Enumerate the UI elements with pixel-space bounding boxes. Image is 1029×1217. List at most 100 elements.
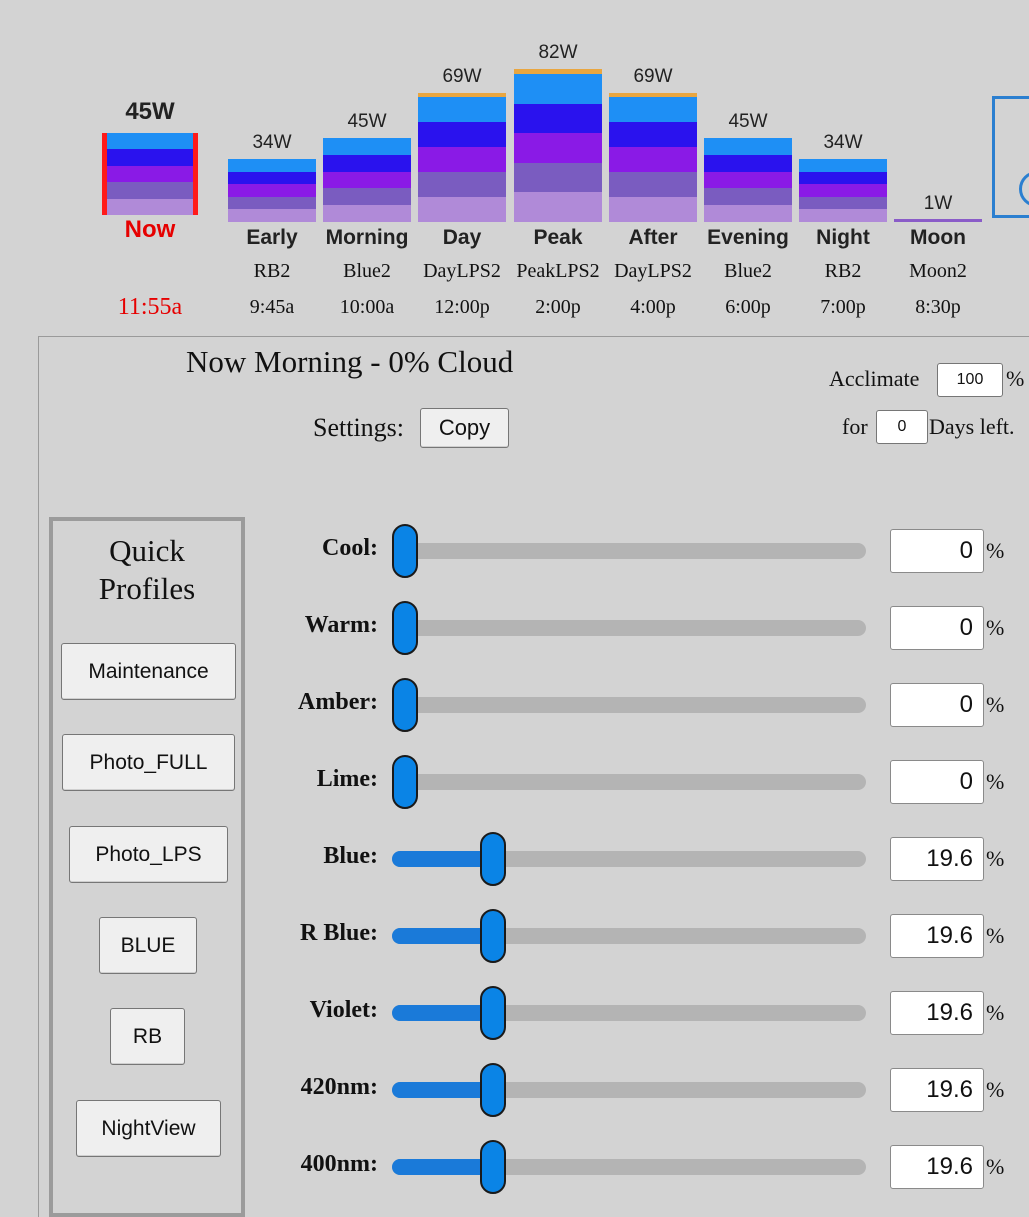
slot-time: 9:45a <box>249 296 295 318</box>
slot-time: 6:00p <box>725 296 771 318</box>
slider-thumb[interactable] <box>479 832 506 886</box>
slot-name: After <box>628 226 678 249</box>
quick-profiles-title-line2: Profiles <box>98 571 196 606</box>
profile-blue-button[interactable]: BLUE <box>99 917 197 974</box>
slot-preset: RB2 <box>824 260 862 282</box>
channel-value-violet[interactable]: 19.6 <box>890 991 984 1035</box>
now-time: 11:55a <box>117 294 183 320</box>
slot-name: Peak <box>533 226 583 249</box>
slider-thumb[interactable] <box>479 986 506 1040</box>
slot-preset: DayLPS2 <box>614 260 692 282</box>
channel-value-420nm[interactable]: 19.6 <box>890 1068 984 1112</box>
for-label: for <box>842 414 868 439</box>
profile-rb-button[interactable]: RB <box>110 1008 185 1065</box>
slot-watts: 34W <box>252 132 292 153</box>
settings-label: Settings: <box>313 413 405 442</box>
slot-name: Morning <box>325 226 409 249</box>
channel-label-400nm: 400nm: <box>300 1151 378 1177</box>
slot-bar <box>514 69 602 222</box>
slot-watts: 45W <box>347 111 387 132</box>
slider-fill <box>392 928 493 944</box>
channel-slider-420nm[interactable] <box>392 1063 866 1117</box>
slot-time: 4:00p <box>630 296 676 318</box>
channel-label-warm: Warm: <box>304 612 378 638</box>
channel-label-cool: Cool: <box>322 535 378 561</box>
channel-label-violet: Violet: <box>309 997 378 1023</box>
channel-slider-blue[interactable] <box>392 832 866 886</box>
slider-thumb[interactable] <box>479 1140 506 1194</box>
slot-preset: Blue2 <box>343 260 391 282</box>
channel-value-lime[interactable]: 0 <box>890 760 984 804</box>
channel-slider-violet[interactable] <box>392 986 866 1040</box>
channel-unit: % <box>986 615 1005 640</box>
schedule-slot-peak[interactable]: 82W Peak PeakLPS2 2:00p <box>514 0 602 330</box>
slider-fill <box>392 1082 493 1098</box>
acclimate-input[interactable]: 100 <box>937 363 1003 397</box>
schedule-slot-night[interactable]: 34W Night RB2 7:00p <box>799 0 887 330</box>
slot-preset: PeakLPS2 <box>516 260 600 282</box>
slot-bar <box>894 219 982 222</box>
schedule-slot-morning[interactable]: 45W Morning Blue2 10:00a <box>323 0 411 330</box>
channel-value-400nm[interactable]: 19.6 <box>890 1145 984 1189</box>
slot-bar <box>228 159 316 222</box>
channel-slider-warm[interactable] <box>392 601 866 655</box>
schedule-slot-day[interactable]: 69W Day DayLPS2 12:00p <box>418 0 506 330</box>
slider-fill <box>392 1005 493 1021</box>
profile-maintenance-button[interactable]: Maintenance <box>61 643 236 700</box>
slot-bar <box>799 159 887 222</box>
channel-slider-r-blue[interactable] <box>392 909 866 963</box>
channel-value-blue[interactable]: 19.6 <box>890 837 984 881</box>
channel-label-r-blue: R Blue: <box>300 920 378 946</box>
channel-label-amber: Amber: <box>298 689 378 715</box>
slot-time: 8:30p <box>915 296 961 318</box>
channel-slider-400nm[interactable] <box>392 1140 866 1194</box>
slider-thumb[interactable] <box>392 524 418 578</box>
schedule-slot-evening[interactable]: 45W Evening Blue2 6:00p <box>704 0 792 330</box>
channel-slider-cool[interactable] <box>392 524 866 578</box>
now-label: Now <box>124 216 176 243</box>
slot-time: 12:00p <box>434 296 490 318</box>
slider-thumb[interactable] <box>479 1063 506 1117</box>
profile-nightview-button[interactable]: NightView <box>76 1100 221 1157</box>
slot-preset: Moon2 <box>909 260 967 282</box>
channel-value-r-blue[interactable]: 19.6 <box>890 914 984 958</box>
days-input[interactable]: 0 <box>876 410 928 444</box>
slider-thumb[interactable] <box>392 678 418 732</box>
slot-bar <box>609 93 697 222</box>
channel-value-cool[interactable]: 0 <box>890 529 984 573</box>
channel-unit: % <box>986 923 1005 948</box>
slot-name: Moon <box>910 226 966 249</box>
slot-time: 2:00p <box>535 296 581 318</box>
slot-name: Day <box>442 226 482 249</box>
slot-watts: 69W <box>442 66 482 87</box>
profile-photo-lps-button[interactable]: Photo_LPS <box>69 826 228 883</box>
channel-slider-amber[interactable] <box>392 678 866 732</box>
days-left-label: Days left. <box>929 414 1015 439</box>
add-slot-box[interactable] <box>992 96 1029 218</box>
channel-label-blue: Blue: <box>323 843 378 869</box>
channel-unit: % <box>986 1000 1005 1025</box>
slider-thumb[interactable] <box>392 601 418 655</box>
now-watts: 45W <box>125 98 175 125</box>
channel-label-lime: Lime: <box>316 766 378 792</box>
slider-thumb[interactable] <box>479 909 506 963</box>
slider-fill <box>392 851 493 867</box>
schedule-slot-moon[interactable]: 1W Moon Moon2 8:30p <box>894 0 982 330</box>
channel-slider-lime[interactable] <box>392 755 866 809</box>
slider-thumb[interactable] <box>392 755 418 809</box>
acclimate-label: Acclimate <box>829 366 920 391</box>
slot-watts: 34W <box>823 132 863 153</box>
channel-value-warm[interactable]: 0 <box>890 606 984 650</box>
quick-profiles-title: Quick Profiles <box>53 532 241 608</box>
channel-value-amber[interactable]: 0 <box>890 683 984 727</box>
now-bar <box>102 133 198 216</box>
quick-profiles-title-line1: Quick <box>109 533 185 568</box>
slot-time: 7:00p <box>820 296 866 318</box>
slot-name: Evening <box>707 226 789 249</box>
profile-photo-full-button[interactable]: Photo_FULL <box>62 734 235 791</box>
slot-bar <box>704 138 792 222</box>
slot-watts: 82W <box>538 42 578 63</box>
schedule-slot-after[interactable]: 69W After DayLPS2 4:00p <box>609 0 697 330</box>
schedule-slot-early[interactable]: 34W Early RB2 9:45a <box>228 0 316 330</box>
copy-button[interactable]: Copy <box>420 408 509 448</box>
